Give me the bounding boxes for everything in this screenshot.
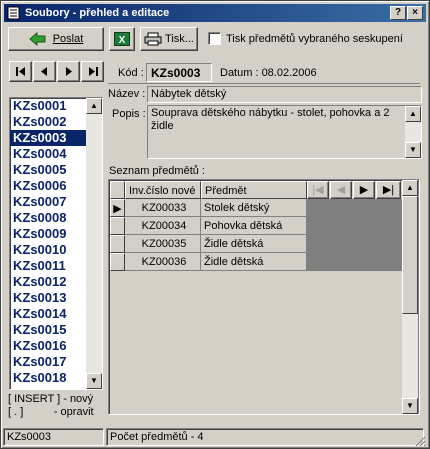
desc-scrollbar[interactable]: ▲ ▼ <box>405 106 421 158</box>
grid-scrollbar[interactable]: ▲ ▼ <box>402 180 418 414</box>
next-record-button[interactable] <box>57 61 80 82</box>
print-button[interactable]: Tisk... <box>140 27 198 51</box>
header-divider <box>108 83 420 84</box>
row-selector[interactable] <box>110 217 125 235</box>
status-item-count: Počet předmětů - 4 <box>106 428 424 446</box>
prev-icon <box>41 67 47 76</box>
file-list-scrollbar[interactable]: ▲ ▼ <box>86 98 102 389</box>
first-icon <box>15 67 25 76</box>
title-bar[interactable]: Soubory - přehled a editace ? × <box>4 4 426 22</box>
grid-first-button[interactable]: |◀ <box>307 181 329 199</box>
first-record-button[interactable] <box>9 61 32 82</box>
print-group-checkbox-label: Tisk předmětů vybraného seskupení <box>226 32 403 45</box>
list-scroll-up-icon[interactable]: ▲ <box>86 98 102 114</box>
desc-label: Popis : <box>112 108 146 120</box>
send-label: Poslat <box>52 33 84 45</box>
grid-cell-item[interactable]: Židle dětská <box>201 253 307 271</box>
printer-icon <box>144 32 162 46</box>
grid-cell-inv[interactable]: KZ00033 <box>125 199 201 217</box>
grid-cell-inv[interactable]: KZ00034 <box>125 217 201 235</box>
grid-scroll-up-icon[interactable]: ▲ <box>402 180 418 196</box>
next-icon <box>66 67 72 76</box>
resize-grip-icon[interactable] <box>414 435 426 447</box>
items-caption: Seznam předmětů : <box>109 165 205 177</box>
current-row-indicator-icon[interactable]: ▶ <box>110 199 125 217</box>
send-arrow-icon <box>28 32 46 46</box>
insert-hint: [ INSERT ] - nový <box>8 393 94 405</box>
row-selector[interactable] <box>110 235 125 253</box>
grid-cell-inv[interactable]: KZ00036 <box>125 253 201 271</box>
close-button[interactable]: × <box>407 6 423 20</box>
grid-cell-item[interactable]: Židle dětská <box>201 235 307 253</box>
scroll-down-icon[interactable]: ▼ <box>405 142 421 158</box>
print-group-checkbox[interactable] <box>208 32 221 45</box>
items-grid[interactable]: Inv.číslo nové Předmět |◀ ◀ ▶ ▶| ▶ KZ0003… <box>108 179 420 415</box>
last-record-button[interactable] <box>81 61 104 82</box>
excel-export-button[interactable]: X <box>109 27 135 51</box>
grid-last-button[interactable]: ▶| <box>376 181 401 199</box>
prev-record-button[interactable] <box>33 61 56 82</box>
code-value: KZs0003 <box>146 63 212 82</box>
print-group-checkbox-row[interactable]: Tisk předmětů vybraného seskupení <box>208 32 403 45</box>
grid-prev-button[interactable]: ◀ <box>330 181 352 199</box>
grid-cell-inv[interactable]: KZ00035 <box>125 235 201 253</box>
scroll-up-icon[interactable]: ▲ <box>405 106 421 122</box>
app-icon <box>7 6 20 20</box>
excel-icon: X <box>114 32 130 46</box>
date-label: Datum : 08.02.2006 <box>220 67 317 79</box>
window-title: Soubory - přehled a editace <box>25 7 170 19</box>
grid-empty-area <box>110 271 402 414</box>
column-header-inv[interactable]: Inv.číslo nové <box>125 181 201 199</box>
svg-text:X: X <box>119 35 126 46</box>
grid-scroll-thumb[interactable] <box>402 196 418 314</box>
edit-hint: [ . ] - opravit <box>8 406 94 418</box>
name-label: Název : <box>108 88 146 100</box>
grid-cell-item[interactable]: Stolek dětský <box>201 199 307 217</box>
last-icon <box>88 67 98 76</box>
code-label: Kód : <box>118 67 144 79</box>
main-window: Soubory - přehled a editace ? × Poslat X… <box>0 0 430 449</box>
grid-nav: |◀ ◀ ▶ ▶| <box>307 181 402 199</box>
status-current-file: KZs0003 <box>3 428 104 446</box>
grid-next-button[interactable]: ▶ <box>353 181 375 199</box>
send-button[interactable]: Poslat <box>8 27 104 51</box>
print-label: Tisk... <box>165 33 194 45</box>
help-button[interactable]: ? <box>390 6 406 20</box>
row-selector-header <box>110 181 125 199</box>
row-selector[interactable] <box>110 253 125 271</box>
desc-field[interactable]: Souprava dětského nábytku - stolet, poho… <box>147 105 422 159</box>
name-field[interactable]: Nábytek dětský <box>147 86 422 103</box>
list-scroll-down-icon[interactable]: ▼ <box>86 373 102 389</box>
column-header-item[interactable]: Předmět <box>201 181 307 199</box>
grid-cell-item[interactable]: Pohovka dětská <box>201 217 307 235</box>
grid-scroll-down-icon[interactable]: ▼ <box>402 398 418 414</box>
